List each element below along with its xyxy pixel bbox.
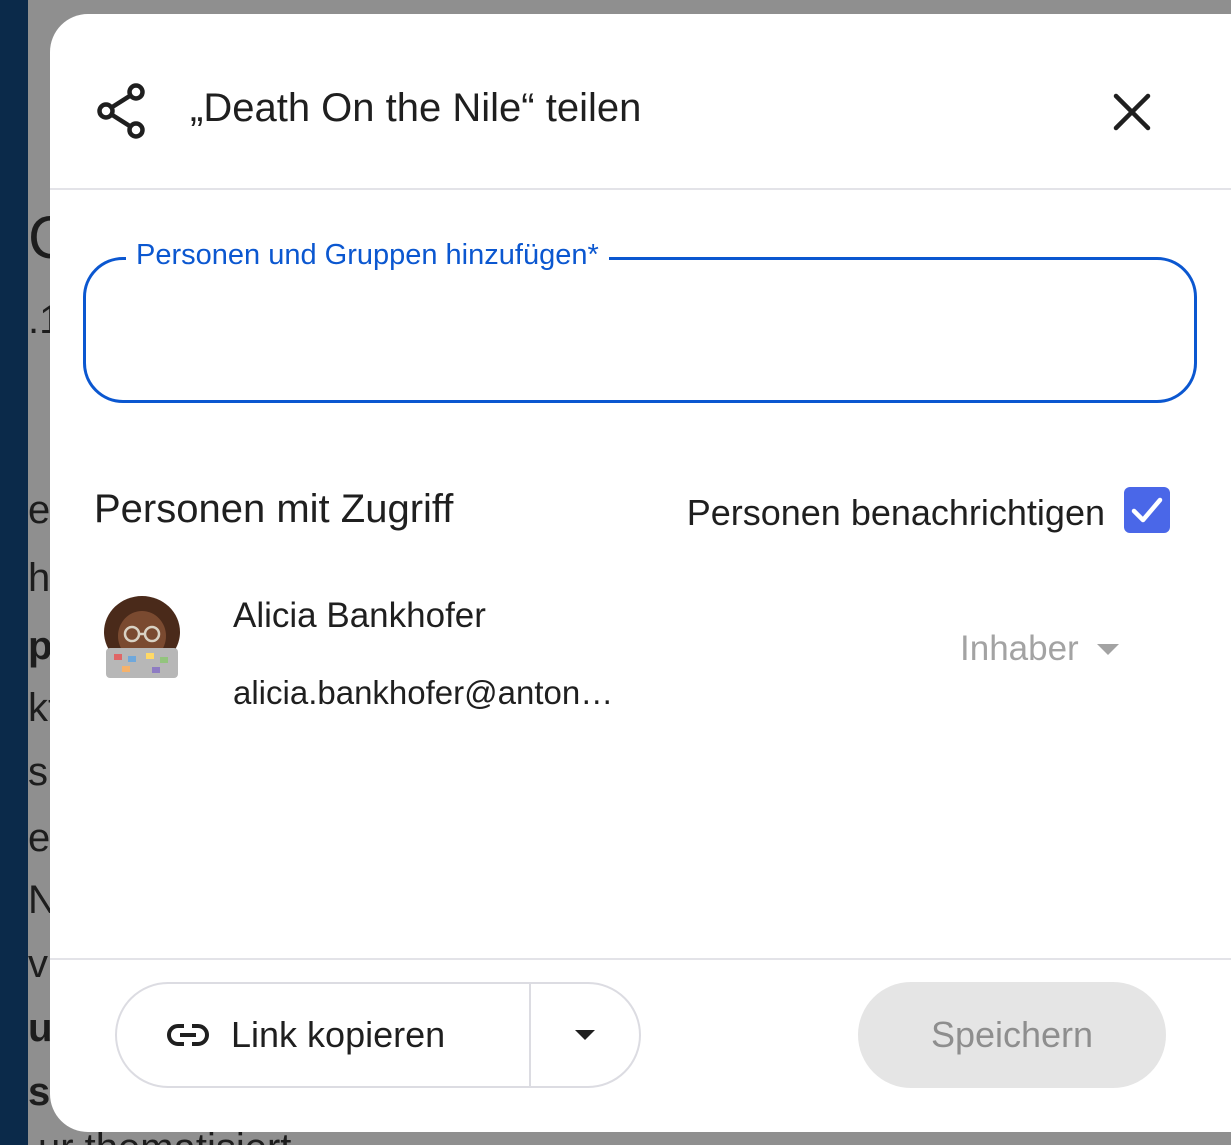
background-text-fragment: u xyxy=(28,1006,53,1050)
notify-people-checkbox[interactable] xyxy=(1124,487,1170,533)
share-dialog: „Death On the Nile“ teilen Personen und … xyxy=(50,14,1231,1132)
share-icon xyxy=(97,83,145,139)
save-button[interactable]: Speichern xyxy=(858,982,1166,1088)
person-email: alicia.bankhofer@anton… xyxy=(233,674,614,711)
add-people-input[interactable] xyxy=(120,292,1164,364)
caret-down-icon xyxy=(1096,643,1119,655)
background-text-fragment: s xyxy=(28,750,48,794)
background-text-fragment: p xyxy=(28,624,53,668)
dialog-header: „Death On the Nile“ teilen xyxy=(50,14,1231,190)
dialog-title: „Death On the Nile“ teilen xyxy=(190,86,642,130)
footer-divider xyxy=(50,958,1231,960)
role-label: Inhaber xyxy=(960,629,1079,668)
add-people-label: Personen und Gruppen hinzufügen* xyxy=(126,239,609,272)
link-icon xyxy=(167,1024,209,1046)
memoji-avatar xyxy=(104,596,180,678)
close-icon[interactable] xyxy=(1108,88,1156,136)
role-dropdown: Inhaber xyxy=(960,626,1119,672)
caret-down-icon xyxy=(575,1030,595,1040)
copy-link-label: Link kopieren xyxy=(231,1014,446,1055)
people-with-access-title: Personen mit Zugriff xyxy=(94,487,454,531)
checkmark-icon xyxy=(1131,497,1163,523)
notify-people-label: Personen benachrichtigen xyxy=(686,492,1105,533)
copy-link-button[interactable]: Link kopieren xyxy=(117,984,531,1086)
person-name: Alicia Bankhofer xyxy=(233,596,486,635)
copy-link-group: Link kopieren xyxy=(115,982,641,1088)
link-options-button[interactable] xyxy=(531,984,639,1086)
